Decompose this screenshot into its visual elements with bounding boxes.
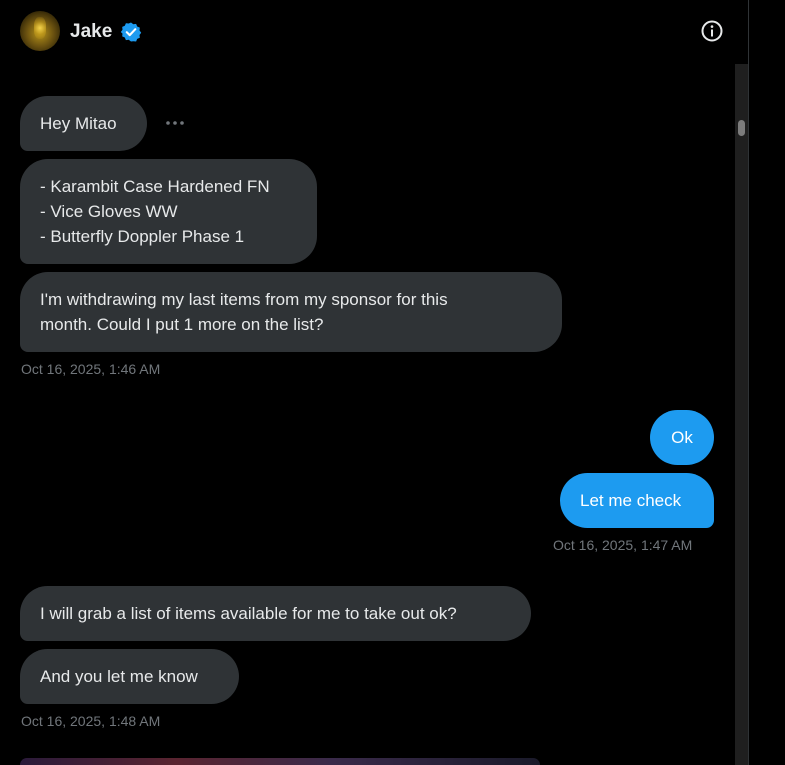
panel-divider	[748, 0, 749, 765]
message-text: - Karambit Case Hardened FN - Vice Glove…	[40, 177, 270, 246]
message-bubble-incoming[interactable]: I'm withdrawing my last items from my sp…	[20, 272, 562, 352]
message-timestamp: Oct 16, 2025, 1:47 AM	[553, 537, 693, 553]
message-text: I will grab a list of items available fo…	[40, 604, 457, 623]
message-bubble-incoming[interactable]: And you let me know	[20, 649, 239, 704]
message-text: I'm withdrawing my last items from my sp…	[40, 290, 448, 334]
conversation-header: Jake	[0, 0, 735, 64]
more-horizontal-icon[interactable]	[162, 113, 188, 133]
verified-badge-icon	[120, 22, 142, 42]
message-bubble-incoming[interactable]: I will grab a list of items available fo…	[20, 586, 531, 641]
message-text: Let me check	[580, 491, 682, 510]
message-bubble-outgoing[interactable]: Ok	[650, 410, 714, 465]
message-timestamp: Oct 16, 2025, 1:46 AM	[21, 361, 161, 377]
info-icon[interactable]	[700, 19, 724, 43]
scrollbar-track[interactable]	[735, 64, 748, 765]
scrollbar-thumb[interactable]	[738, 120, 745, 136]
message-text: And you let me know	[40, 667, 198, 686]
conversation-panel: Jake Hey Mitao - Karambit Case Hardened …	[0, 0, 749, 765]
message-bubble-incoming[interactable]: Hey Mitao	[20, 96, 147, 151]
message-bubble-incoming[interactable]: - Karambit Case Hardened FN - Vice Glove…	[20, 159, 317, 264]
avatar[interactable]	[20, 11, 60, 51]
contact-name[interactable]: Jake	[70, 21, 112, 43]
media-attachment-preview[interactable]	[20, 758, 540, 765]
message-text: Hey Mitao	[40, 114, 117, 133]
message-timestamp: Oct 16, 2025, 1:48 AM	[21, 713, 161, 729]
message-bubble-outgoing[interactable]: Let me check	[560, 473, 714, 528]
message-text: Ok	[671, 428, 693, 447]
